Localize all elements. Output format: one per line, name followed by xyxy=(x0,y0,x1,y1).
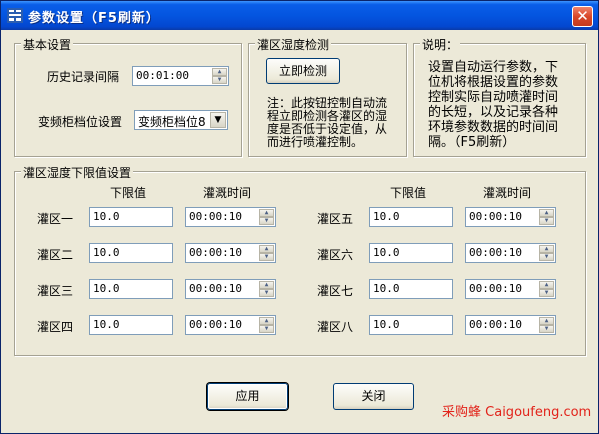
col-time-right: 灌溉时间 xyxy=(483,186,532,200)
window-title: 参数设置（F5刷新） xyxy=(28,11,160,26)
zone-time-input[interactable]: 00:00:10 ▲ ▼ xyxy=(465,207,556,227)
fan-level-select[interactable]: 变频柜档位8 ▼ xyxy=(134,110,228,130)
watermark-cn: 采购蜂 xyxy=(442,405,482,420)
spin-arrows-icon[interactable]: ▲ ▼ xyxy=(539,209,554,225)
col-lower-left: 下限值 xyxy=(110,186,147,200)
close-icon[interactable]: ✕ xyxy=(572,6,593,27)
zone-lower-input[interactable]: 10.0 xyxy=(369,243,453,263)
zone-name: 灌区八 xyxy=(317,320,354,334)
apply-button[interactable]: 应用 xyxy=(207,383,288,410)
zone-lower-input[interactable]: 10.0 xyxy=(369,315,453,335)
detect-note: 注：此按钮控制自动流 程立即检测各灌区的湿 度是否低于设定值，从 而进行喷灌控制… xyxy=(267,97,387,149)
history-interval-label: 历史记录间隔 xyxy=(47,70,120,84)
spin-arrows-icon[interactable]: ▲ ▼ xyxy=(259,209,274,225)
watermark-en: Caigoufeng.com xyxy=(485,405,592,420)
zone-time-value: 00:00:10 xyxy=(189,282,242,295)
zone-time-input[interactable]: 00:00:10 ▲ ▼ xyxy=(185,279,276,299)
zone-time-value: 00:00:10 xyxy=(469,210,522,223)
explanation-line: 的长短，以及记录各种 xyxy=(428,105,559,120)
explanation-group: 说明： 设置自动运行参数，下 位机将根据设置的参数 控制实际自动喷灌时间 的长短… xyxy=(413,36,586,157)
zone-lower-input[interactable]: 10.0 xyxy=(369,279,453,299)
explanation-line: 控制实际自动喷灌时间 xyxy=(428,90,559,105)
humidity-detect-label: 灌区湿度检测 xyxy=(255,36,332,53)
zone-time-input[interactable]: 00:00:10 ▲ ▼ xyxy=(465,243,556,263)
humidity-limits-group: 灌区湿度下限值设置 下限值 灌溉时间 下限值 灌溉时间 灌区一 10.0 00:… xyxy=(14,164,586,356)
history-interval-value: 00:01:00 xyxy=(136,69,189,82)
app-icon xyxy=(7,8,23,23)
zone-name: 灌区三 xyxy=(37,284,74,298)
zone-time-input[interactable]: 00:00:10 ▲ ▼ xyxy=(465,315,556,335)
zone-time-input[interactable]: 00:00:10 ▲ ▼ xyxy=(465,279,556,299)
spin-arrows-icon[interactable]: ▲ ▼ xyxy=(259,317,274,333)
zone-lower-input[interactable]: 10.0 xyxy=(89,207,173,227)
zone-time-value: 00:00:10 xyxy=(469,282,522,295)
explanation-line: 设置自动运行参数，下 xyxy=(428,60,559,75)
spin-arrows-icon[interactable]: ▲ ▼ xyxy=(259,245,274,261)
zone-time-value: 00:00:10 xyxy=(189,246,242,259)
spin-arrows-icon[interactable]: ▲ ▼ xyxy=(539,281,554,297)
humidity-limits-label: 灌区湿度下限值设置 xyxy=(21,164,134,181)
spin-arrows-icon[interactable]: ▲ ▼ xyxy=(212,68,227,84)
explanation-label: 说明： xyxy=(420,36,461,53)
zone-time-value: 00:00:10 xyxy=(469,318,522,331)
zone-name: 灌区六 xyxy=(317,248,354,262)
col-lower-right: 下限值 xyxy=(390,186,427,200)
spin-arrows-icon[interactable]: ▲ ▼ xyxy=(539,245,554,261)
zone-time-value: 00:00:10 xyxy=(189,210,242,223)
zone-name: 灌区七 xyxy=(317,284,354,298)
col-time-left: 灌溉时间 xyxy=(203,186,252,200)
zone-time-input[interactable]: 00:00:10 ▲ ▼ xyxy=(185,207,276,227)
spin-arrows-icon[interactable]: ▲ ▼ xyxy=(539,317,554,333)
fan-level-value: 变频柜档位8 xyxy=(138,115,206,129)
explanation-text: 设置自动运行参数，下 位机将根据设置的参数 控制实际自动喷灌时间 的长短，以及记… xyxy=(428,60,558,150)
zone-name: 灌区一 xyxy=(37,212,74,226)
zone-name: 灌区五 xyxy=(317,212,354,226)
zone-lower-input[interactable]: 10.0 xyxy=(89,279,173,299)
spin-arrows-icon[interactable]: ▲ ▼ xyxy=(259,281,274,297)
basic-settings-label: 基本设置 xyxy=(21,36,74,53)
humidity-detect-group: 灌区湿度检测 立即检测 注：此按钮控制自动流 程立即检测各灌区的湿 度是否低于设… xyxy=(248,36,407,157)
zone-time-input[interactable]: 00:00:10 ▲ ▼ xyxy=(185,243,276,263)
watermark: 采购蜂 Caigoufeng.com xyxy=(442,401,591,420)
zone-lower-input[interactable]: 10.0 xyxy=(89,315,173,335)
zone-time-value: 00:00:10 xyxy=(189,318,242,331)
settings-dialog: 参数设置（F5刷新） ✕ 基本设置 历史记录间隔 00:01:00 ▲ ▼ 变频柜… xyxy=(0,0,599,434)
zone-time-input[interactable]: 00:00:10 ▲ ▼ xyxy=(185,315,276,335)
zone-lower-input[interactable]: 10.0 xyxy=(89,243,173,263)
history-interval-input[interactable]: 00:01:00 ▲ ▼ xyxy=(132,66,229,86)
explanation-line: 隔。（F5刷新） xyxy=(428,135,516,150)
zone-lower-input[interactable]: 10.0 xyxy=(369,207,453,227)
explanation-line: 位机将根据设置的参数 xyxy=(428,75,559,90)
detect-now-button[interactable]: 立即检测 xyxy=(266,58,340,84)
chevron-down-icon[interactable]: ▼ xyxy=(210,112,226,128)
basic-settings-group: 基本设置 历史记录间隔 00:01:00 ▲ ▼ 变频柜档位设置 变频柜档位8 ▼ xyxy=(14,36,242,157)
title-bar[interactable]: 参数设置（F5刷新） ✕ xyxy=(1,1,598,30)
zone-time-value: 00:00:10 xyxy=(469,246,522,259)
zone-name: 灌区四 xyxy=(37,320,74,334)
detect-note-line: 而进行喷灌控制。 xyxy=(267,135,364,149)
zone-name: 灌区二 xyxy=(37,248,74,262)
fan-level-label: 变频柜档位设置 xyxy=(38,115,123,129)
explanation-line: 环境参数数据的时间间 xyxy=(428,120,559,135)
close-button[interactable]: 关闭 xyxy=(333,383,414,410)
